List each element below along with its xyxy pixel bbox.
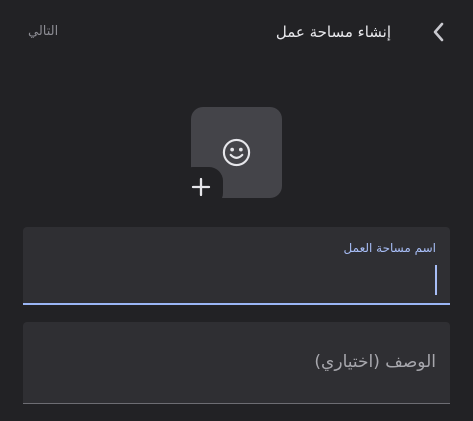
- next-button[interactable]: التالي: [28, 21, 58, 43]
- text-cursor: [435, 265, 437, 295]
- add-icon-badge: [184, 171, 218, 203]
- workspace-name-field[interactable]: اسم مساحة العمل: [23, 227, 450, 305]
- workspace-name-input[interactable]: [52, 265, 432, 295]
- smiley-icon: [222, 138, 251, 167]
- chevron-left-icon: [433, 22, 444, 42]
- workspace-name-label: اسم مساحة العمل: [343, 241, 436, 255]
- plus-icon: [191, 177, 211, 197]
- add-icon-button[interactable]: [179, 167, 223, 207]
- description-placeholder: الوصف (اختياري): [314, 352, 436, 372]
- top-bar: إنشاء مساحة عمل التالي: [0, 0, 473, 64]
- back-button[interactable]: [427, 20, 451, 44]
- page-title: إنشاء مساحة عمل: [275, 23, 391, 41]
- create-workspace-screen: إنشاء مساحة عمل التالي اسم مساحة العمل ا…: [0, 0, 473, 421]
- description-field[interactable]: الوصف (اختياري): [23, 322, 450, 404]
